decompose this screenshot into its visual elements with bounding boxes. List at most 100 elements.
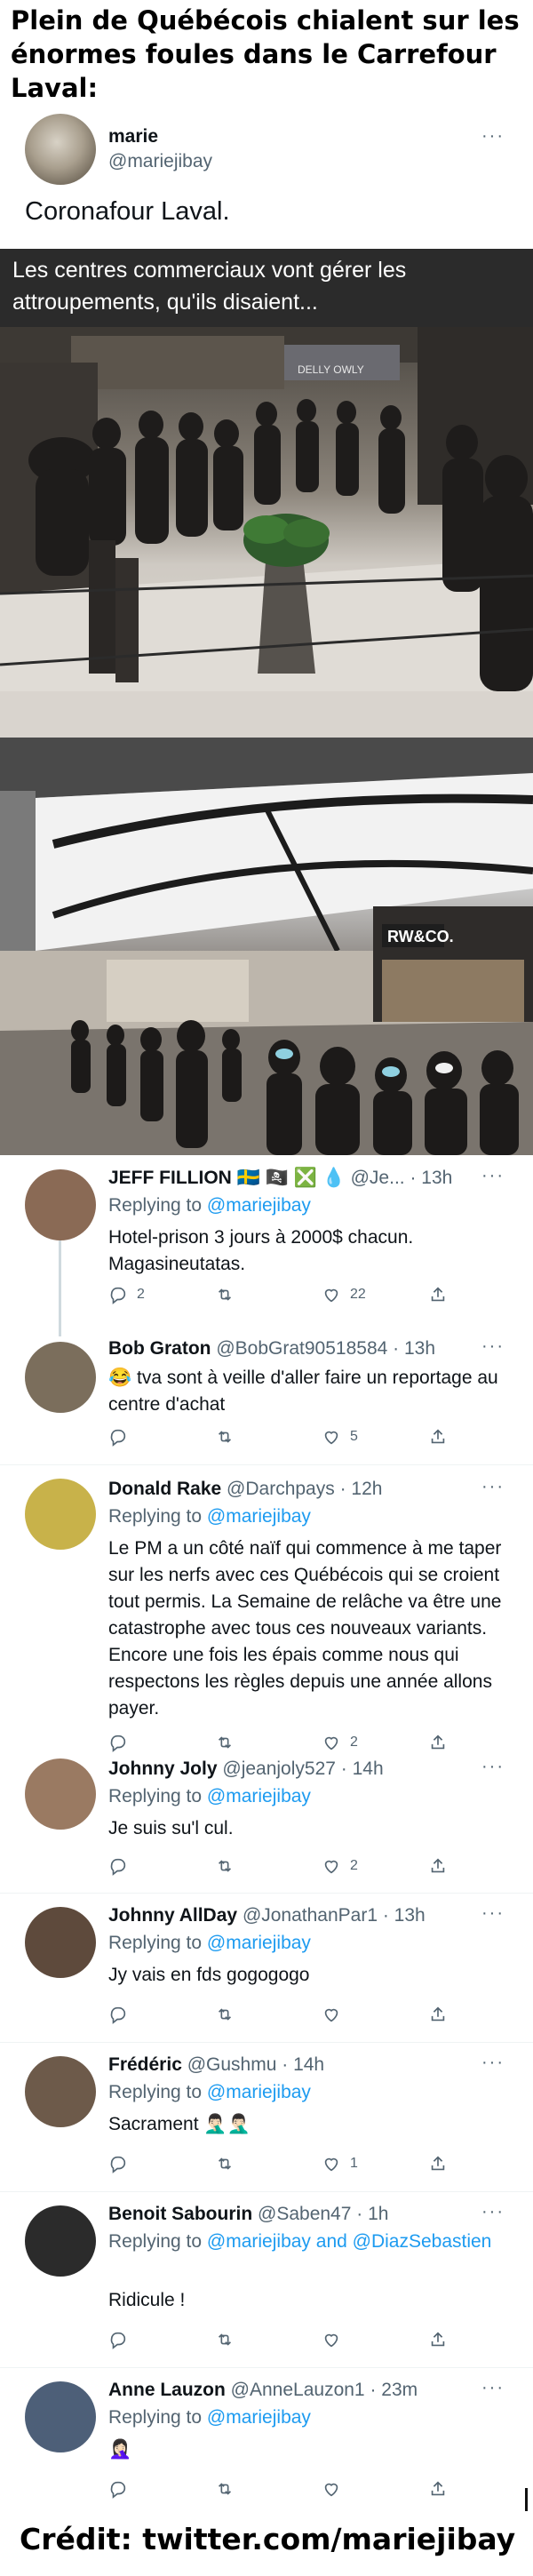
share-button[interactable]	[428, 1427, 448, 1447]
like-button[interactable]: 5	[322, 1427, 358, 1447]
retweet-button[interactable]	[215, 2330, 235, 2349]
avatar[interactable]	[25, 1342, 96, 1413]
author-handle[interactable]: @Gushmu · 14h	[187, 2054, 324, 2075]
replying-to-link[interactable]: @mariejibay	[207, 1786, 311, 1806]
more-icon[interactable]: ···	[481, 1903, 505, 1924]
share-button[interactable]	[428, 2005, 448, 2024]
tweet-text: Je suis su'l cul.	[108, 1818, 234, 1838]
author-name[interactable]: Frédéric	[108, 2054, 182, 2075]
avatar[interactable]	[25, 2205, 96, 2277]
like-icon	[324, 1431, 338, 1445]
retweet-button[interactable]	[215, 1427, 235, 1447]
share-icon	[431, 2332, 445, 2347]
like-button[interactable]: 1	[322, 2154, 358, 2173]
author-name[interactable]: Donald Rake	[108, 1479, 221, 1499]
crowd-photo-2[interactable]: RW&CO.	[0, 738, 533, 1155]
author-handle[interactable]: @jeanjoly527 · 14h	[222, 1759, 383, 1779]
replying-label: Replying to	[108, 1786, 203, 1806]
author-name[interactable]: Johnny AllDay	[108, 1905, 237, 1926]
reply-tweet[interactable]: Donald Rake @Darchpays · 12h ··· Replyin…	[0, 1466, 533, 1752]
tweet-text: 😂 tva sont à veille d'aller faire un rep…	[108, 1368, 498, 1415]
reply-tweet[interactable]: Benoit Sabourin @Saben47 · 1h ··· Replyi…	[0, 2193, 533, 2367]
original-tweet[interactable]: marie @mariejibay ··· Coronafour Laval.	[0, 107, 533, 249]
more-icon[interactable]: ···	[481, 2053, 505, 2073]
tweet-text: 🤦🏻‍♀️	[108, 2439, 132, 2460]
like-button[interactable]	[322, 2005, 341, 2024]
like-button[interactable]: 22	[322, 1285, 366, 1304]
reply-icon	[110, 1287, 126, 1304]
author-name[interactable]: Bob Graton	[108, 1338, 211, 1359]
author-name[interactable]: Johnny Joly	[108, 1759, 218, 1779]
more-icon[interactable]: ···	[481, 1336, 505, 1357]
reply-tweet[interactable]: JEFF FILLION 🇸🇪 🏴‍☠️ ❎ 💧 @Je... · 13h ··…	[0, 1155, 533, 1319]
like-icon	[324, 1860, 338, 1874]
more-icon[interactable]: ···	[481, 1757, 505, 1777]
retweet-icon	[218, 2333, 232, 2346]
replying-to-link[interactable]: @mariejibay	[207, 2082, 311, 2102]
more-icon[interactable]: ···	[481, 2378, 505, 2398]
reply-button[interactable]	[108, 2005, 128, 2024]
replying-to-link[interactable]: @mariejibay	[207, 1506, 311, 1527]
more-icon[interactable]: ···	[481, 126, 505, 147]
author-name[interactable]: JEFF FILLION 🇸🇪 🏴‍☠️ ❎ 💧	[108, 1168, 346, 1188]
like-button[interactable]: 2	[322, 1856, 358, 1876]
share-button[interactable]	[428, 2330, 448, 2349]
reply-button[interactable]	[108, 2154, 128, 2173]
avatar[interactable]	[25, 1169, 96, 1240]
replying-to-link[interactable]: @mariejibay	[207, 1933, 311, 1953]
reply-tweet[interactable]: Bob Graton @BobGrat90518584 · 13h ··· 😂 …	[0, 1319, 533, 1461]
replying-to-link[interactable]: @mariejibay and @DiazSebastien	[207, 2231, 491, 2252]
reply-button[interactable]	[108, 2479, 128, 2499]
author-name[interactable]: Benoit Sabourin	[108, 2204, 252, 2224]
author-handle[interactable]: @JonathanPar1 · 13h	[243, 1905, 426, 1926]
replying-label: Replying to	[108, 1933, 203, 1953]
reply-tweet[interactable]: Frédéric @Gushmu · 14h ··· Replying to @…	[0, 2044, 533, 2191]
reply-button[interactable]	[108, 1856, 128, 1876]
avatar[interactable]	[25, 114, 96, 185]
avatar[interactable]	[25, 2056, 96, 2127]
author-handle[interactable]: @Saben47 · 1h	[258, 2204, 388, 2224]
more-icon[interactable]: ···	[481, 1166, 505, 1186]
retweet-icon	[218, 1860, 232, 1872]
author-name[interactable]: marie	[108, 126, 158, 148]
retweet-button[interactable]	[215, 2005, 235, 2024]
author-name[interactable]: Anne Lauzon	[108, 2380, 226, 2400]
divider	[0, 1464, 533, 1465]
share-button[interactable]	[428, 1285, 448, 1304]
like-button[interactable]	[322, 2330, 341, 2349]
reply-button[interactable]	[108, 1427, 128, 1447]
reply-tweet[interactable]: Johnny AllDay @JonathanPar1 · 13h ··· Re…	[0, 1894, 533, 2042]
reply-tweet[interactable]: Anne Lauzon @AnneLauzon1 · 23m ··· Reply…	[0, 2369, 533, 2511]
crowd-photo-1[interactable]: DELLY OWLY	[0, 327, 533, 738]
share-button[interactable]	[428, 2154, 448, 2173]
author-handle[interactable]: @Je... · 13h	[351, 1168, 453, 1188]
author-handle[interactable]: @mariejibay	[108, 151, 212, 172]
retweet-button[interactable]	[215, 2154, 235, 2173]
like-icon	[324, 1288, 338, 1303]
author-handle[interactable]: @AnneLauzon1 · 23m	[231, 2380, 418, 2400]
headline: Plein de Québécois chialent sur les énor…	[11, 5, 520, 103]
more-icon[interactable]: ···	[481, 1477, 505, 1497]
share-button[interactable]	[428, 1856, 448, 1876]
avatar[interactable]	[25, 2381, 96, 2452]
author-handle[interactable]: @BobGrat90518584 · 13h	[216, 1338, 435, 1359]
share-icon	[431, 1858, 445, 1873]
avatar[interactable]	[25, 1759, 96, 1830]
more-icon[interactable]: ···	[481, 2202, 505, 2222]
reply-icon	[110, 2481, 126, 2499]
like-button[interactable]	[322, 2479, 341, 2499]
avatar[interactable]	[25, 1907, 96, 1978]
replying-to-link[interactable]: @mariejibay	[207, 2407, 311, 2428]
replying-to-link[interactable]: @mariejibay	[207, 1195, 311, 1216]
retweet-button[interactable]	[215, 1285, 235, 1304]
retweet-button[interactable]	[215, 2479, 235, 2499]
reply-tweet[interactable]: Johnny Joly @jeanjoly527 · 14h ··· Reply…	[0, 1746, 533, 1893]
reply-button[interactable]: 2	[108, 1285, 145, 1304]
reply-button[interactable]	[108, 2330, 128, 2349]
retweet-button[interactable]	[215, 1856, 235, 1876]
share-button[interactable]	[428, 2479, 448, 2499]
author-handle[interactable]: @Darchpays · 12h	[227, 1479, 382, 1499]
scrollbar-thumb[interactable]	[525, 2488, 528, 2511]
avatar[interactable]	[25, 1479, 96, 1550]
action-bar	[108, 2005, 464, 2028]
